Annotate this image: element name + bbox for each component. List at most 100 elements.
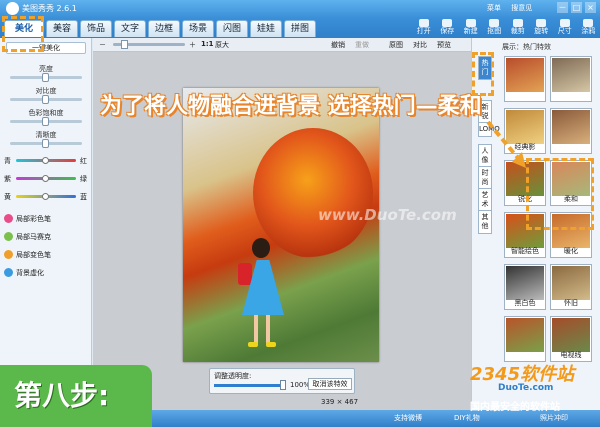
vtab-other[interactable]: 其他 xyxy=(478,210,492,234)
zoom-in-icon[interactable]: ＋ xyxy=(189,40,196,50)
effect-thumbnail[interactable] xyxy=(550,56,592,102)
save-icon xyxy=(442,19,453,27)
brightness-slider[interactable] xyxy=(10,73,82,82)
new-button[interactable]: 新建 xyxy=(459,18,483,38)
blue-label: 蓝 xyxy=(80,193,87,201)
local-recolor-brush[interactable]: 局部变色笔 xyxy=(16,250,51,260)
app-logo-icon xyxy=(6,2,19,15)
maximize-icon[interactable]: □ xyxy=(571,2,582,13)
effect-preview-image xyxy=(506,58,544,92)
saturation-knob[interactable] xyxy=(42,117,49,126)
effect-thumbnail[interactable] xyxy=(504,56,546,102)
rotate-button[interactable]: 旋转 xyxy=(530,18,554,38)
cutout-icon xyxy=(489,19,500,27)
yellow-blue-slider[interactable] xyxy=(16,193,76,200)
original-button[interactable]: 原图 xyxy=(389,40,403,50)
zoom-ratio[interactable]: 1:1 xyxy=(201,40,214,48)
highlight-hot-tab xyxy=(472,52,494,96)
effect-label: 电视线 xyxy=(560,351,582,359)
opacity-knob[interactable] xyxy=(280,380,286,390)
highlight-beautify-tab xyxy=(2,16,44,52)
image-dimensions: 339 × 467 xyxy=(321,398,359,406)
weibo-link[interactable]: 支持微博 xyxy=(394,413,422,423)
edited-photo[interactable] xyxy=(183,88,379,362)
zoom-knob[interactable] xyxy=(121,40,128,49)
contrast-knob[interactable] xyxy=(42,95,49,104)
red-label: 红 xyxy=(80,157,87,165)
opacity-panel: 调整透明度: 100% 取消该特效 xyxy=(209,368,355,394)
yellow-blue-knob[interactable] xyxy=(42,193,49,200)
menu-link[interactable]: 菜单 xyxy=(487,4,501,12)
minimize-icon[interactable]: － xyxy=(557,2,568,13)
adjust-panel: 一键美化 亮度 对比度 色彩饱和度 清晰度 青 红 紫 绿 黄 蓝 局部彩色笔 … xyxy=(0,38,92,410)
effects-header: 展示：热门特效 xyxy=(502,43,551,51)
effect-thumbnail[interactable]: 电视线 xyxy=(550,316,592,362)
size-button[interactable]: 尺寸 xyxy=(553,18,577,38)
tab-text[interactable]: 文字 xyxy=(114,20,146,37)
magenta-green-knob[interactable] xyxy=(42,175,49,182)
save-button[interactable]: 保存 xyxy=(436,18,460,38)
opacity-slider[interactable] xyxy=(214,384,282,387)
cyan-red-knob[interactable] xyxy=(42,157,49,164)
redo-button[interactable]: 重做 xyxy=(355,40,369,50)
photo-print-link[interactable]: 照片冲印 xyxy=(540,413,568,423)
site-slogan: 国内最安全的软件站 xyxy=(470,402,560,413)
effect-label: 智能绘色 xyxy=(511,247,539,255)
color-brush-icon xyxy=(4,214,13,223)
tab-scene[interactable]: 场景 xyxy=(182,20,214,37)
tab-collage[interactable]: 拼图 xyxy=(284,20,316,37)
tab-doll[interactable]: 娃娃 xyxy=(250,20,282,37)
cyan-red-slider[interactable] xyxy=(16,157,76,164)
effect-label: 暖化 xyxy=(564,247,578,255)
sharpness-slider[interactable] xyxy=(10,139,82,148)
magenta-label: 紫 xyxy=(4,175,11,183)
diy-gift-link[interactable]: DIY礼物 xyxy=(454,413,480,423)
brightness-knob[interactable] xyxy=(42,73,49,82)
tab-border[interactable]: 边框 xyxy=(148,20,180,37)
new-icon xyxy=(465,19,476,27)
pen-icon xyxy=(583,19,594,27)
contrast-slider[interactable] xyxy=(10,95,82,104)
effect-thumbnail[interactable]: 怀旧 xyxy=(550,264,592,310)
girl-figure xyxy=(238,238,288,348)
rotate-icon xyxy=(536,19,547,27)
folder-icon xyxy=(418,19,429,27)
open-button[interactable]: 打开 xyxy=(412,18,436,38)
sharpness-knob[interactable] xyxy=(42,139,49,148)
tab-makeup[interactable]: 美容 xyxy=(46,20,78,37)
magenta-green-row: 紫 绿 xyxy=(4,174,90,184)
tab-accessories[interactable]: 饰品 xyxy=(80,20,112,37)
watermark: www.DuoTe.com xyxy=(318,206,457,224)
cyan-red-row: 青 红 xyxy=(4,156,90,166)
tab-flash[interactable]: 闪图 xyxy=(216,20,248,37)
close-icon[interactable]: × xyxy=(585,2,596,13)
doodle-button[interactable]: 涂鸦 xyxy=(577,18,600,38)
effect-label: 黑白色 xyxy=(514,299,536,307)
effect-thumbnail[interactable] xyxy=(504,316,546,362)
background-blur[interactable]: 背景虚化 xyxy=(16,268,44,278)
cyan-label: 青 xyxy=(4,157,11,165)
cancel-effect-button[interactable]: 取消该特效 xyxy=(308,378,352,390)
tutorial-caption: 为了将人物融合进背景 选择热门—柔和 xyxy=(100,94,482,119)
zoom-original[interactable]: 原大 xyxy=(215,40,229,50)
undo-button[interactable]: 撤销 xyxy=(331,40,345,50)
vtab-art[interactable]: 艺术 xyxy=(478,188,492,212)
local-color-brush[interactable]: 局部彩色笔 xyxy=(16,214,51,224)
preview-button[interactable]: 预览 xyxy=(437,40,451,50)
magenta-green-slider[interactable] xyxy=(16,175,76,182)
arrow-icon xyxy=(486,120,526,168)
opacity-label: 调整透明度: xyxy=(214,372,252,380)
zoom-out-icon[interactable]: － xyxy=(99,40,106,50)
effect-thumbnail[interactable] xyxy=(550,108,592,154)
crop-button[interactable]: 裁剪 xyxy=(506,18,530,38)
saturation-slider[interactable] xyxy=(10,117,82,126)
effect-preview-image xyxy=(552,110,590,144)
effect-label: 怀旧 xyxy=(564,299,578,307)
highlight-soft-effect xyxy=(526,158,594,230)
local-mosaic[interactable]: 局部马赛克 xyxy=(16,232,51,242)
feedback-link[interactable]: 搜意见 xyxy=(511,4,532,12)
cutout-button[interactable]: 抠图 xyxy=(483,18,507,38)
step-badge: 第八步: xyxy=(0,365,152,427)
effect-thumbnail[interactable]: 黑白色 xyxy=(504,264,546,310)
compare-button[interactable]: 对比 xyxy=(413,40,427,50)
